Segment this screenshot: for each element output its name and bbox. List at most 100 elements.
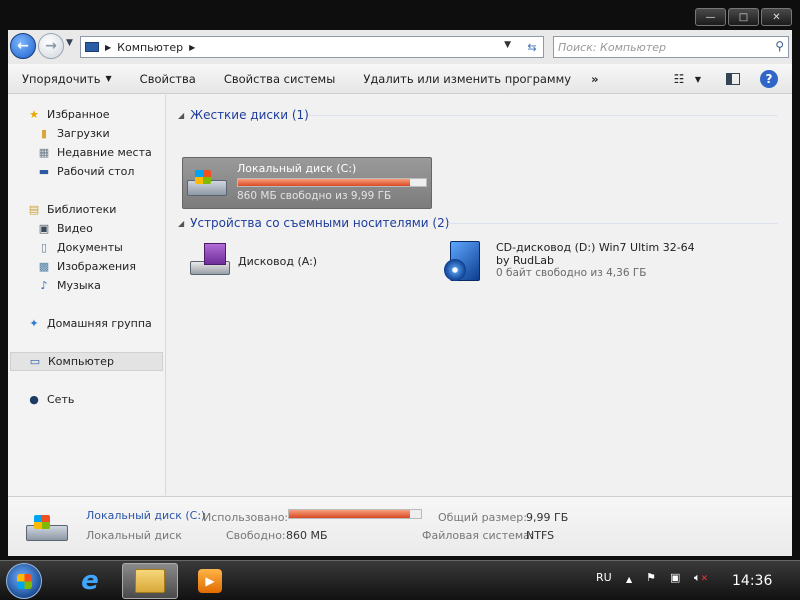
change-view-button[interactable]: ☷: [670, 70, 688, 88]
arrow-right-icon: →: [45, 38, 57, 54]
nav-item-network[interactable]: ● Сеть: [26, 390, 182, 409]
video-icon: ▣: [38, 222, 50, 235]
total-size-label: Общий размер:: [438, 511, 527, 524]
nav-item-computer[interactable]: ▭ Компьютер: [10, 352, 163, 371]
network-globe-icon: ●: [29, 393, 39, 406]
more-commands-button[interactable]: »: [585, 67, 604, 91]
internet-explorer-icon: e: [81, 566, 99, 596]
show-hidden-icons-button[interactable]: ▲: [626, 575, 632, 584]
help-icon: ?: [765, 72, 773, 86]
drive-free-space: 860 МБ свободно из 9,99 ГБ: [237, 190, 392, 202]
total-size-value: 9,99 ГБ: [526, 511, 569, 524]
group-title: Устройства со съемными носителями (2): [190, 216, 450, 230]
drive-tile-a[interactable]: Дисковод (A:): [186, 243, 416, 285]
drive-info: Локальный диск (C:) 860 МБ свободно из 9…: [237, 162, 427, 202]
group-header-removable[interactable]: ◢ Устройства со съемными носителями (2): [178, 215, 449, 231]
windows-logo-icon: [17, 574, 32, 589]
nav-item-homegroup[interactable]: ✦ Домашняя группа: [26, 314, 182, 333]
taskbar-media-player[interactable]: ▶: [182, 563, 238, 599]
cd-drive-icon: [442, 241, 490, 285]
taskbar-explorer[interactable]: [122, 563, 178, 599]
taskbar-internet-explorer[interactable]: e: [62, 563, 118, 599]
breadcrumb-separator-icon[interactable]: ▶: [189, 43, 195, 52]
drive-info: CD-дисковод (D:) Win7 Ultim 32-64 by Rud…: [496, 241, 695, 279]
star-icon: ★: [29, 108, 39, 121]
nav-label: Изображения: [57, 260, 136, 273]
breadcrumb-computer[interactable]: Компьютер: [117, 41, 183, 54]
details-usage-fill: [289, 510, 410, 518]
nav-item-favorites[interactable]: ★ Избранное: [26, 105, 182, 124]
minimize-button[interactable]: —: [695, 8, 726, 26]
view-dropdown-icon[interactable]: ▼: [692, 70, 704, 88]
forward-button[interactable]: →: [38, 33, 64, 59]
nav-label: Библиотеки: [47, 203, 117, 216]
preview-pane-button[interactable]: [724, 70, 742, 88]
search-placeholder: Поиск: Компьютер: [558, 40, 666, 54]
nav-label: Загрузки: [57, 127, 110, 140]
address-bar[interactable]: ▶ Компьютер ▶ ▼: [80, 36, 544, 58]
music-icon: ♪: [40, 279, 48, 292]
organize-button[interactable]: Упорядочить ▼: [8, 67, 126, 91]
window-caption-buttons: — □ ✕: [695, 8, 792, 26]
drive-usage-fill: [238, 179, 411, 186]
clock[interactable]: 14:36: [732, 573, 772, 589]
downloads-folder-icon: ▮: [40, 127, 48, 140]
breadcrumb-separator-icon[interactable]: ▶: [105, 43, 111, 52]
details-usage-bar: [288, 509, 422, 519]
navigation-pane: ★ Избранное ▮ Загрузки ▦ Недавние места ▬ Ра…: [8, 95, 166, 495]
preview-pane-icon: [726, 73, 740, 85]
action-center-flag-icon[interactable]: ⚑: [646, 571, 656, 584]
nav-label: Домашняя группа: [47, 317, 152, 330]
volume-muted-icon[interactable]: 🔈︎✕: [694, 571, 708, 585]
homegroup-icon: ✦: [29, 317, 39, 330]
computer-icon: [85, 42, 99, 52]
close-button[interactable]: ✕: [761, 8, 792, 26]
folder-icon: [135, 569, 165, 593]
organize-label: Упорядочить: [22, 71, 101, 86]
start-button[interactable]: [6, 563, 42, 599]
computer-icon: ▭: [29, 355, 41, 368]
network-status-icon[interactable]: ▣: [670, 571, 680, 584]
filesystem-value: NTFS: [526, 529, 555, 542]
history-dropdown-icon[interactable]: ▼: [66, 38, 73, 48]
details-pane: Локальный диск (C:) Локальный диск Испол…: [8, 496, 792, 556]
address-dropdown-icon[interactable]: ▼: [504, 40, 511, 50]
collapse-triangle-icon: ◢: [178, 110, 185, 120]
details-subtitle: Локальный диск: [86, 529, 182, 542]
system-properties-button[interactable]: Свойства системы: [210, 67, 349, 91]
drive-free-space: 0 байт свободно из 4,36 ГБ: [496, 267, 647, 279]
nav-item-libraries[interactable]: ▤ Библиотеки: [26, 200, 182, 219]
command-bar: Упорядочить ▼ Свойства Свойства системы У…: [8, 64, 792, 94]
chevron-down-icon: ▼: [105, 74, 112, 83]
help-button[interactable]: ?: [760, 70, 778, 88]
back-button[interactable]: ←: [10, 33, 36, 59]
recent-places-icon: ▦: [38, 146, 50, 159]
maximize-button[interactable]: □: [728, 8, 759, 26]
group-header-hard-drives[interactable]: ◢ Жесткие диски (1): [178, 107, 309, 123]
drive-tile-c[interactable]: Локальный диск (C:) 860 МБ свободно из 9…: [182, 157, 432, 209]
local-disk-icon: [187, 166, 229, 200]
libraries-icon: ▤: [28, 203, 40, 216]
documents-icon: ▯: [40, 241, 48, 254]
explorer-client: ← → ▼ ▶ Компьютер ▶ ▼ ⇆ Поиск: Компьютер…: [8, 30, 792, 556]
drive-name: Дисковод (A:): [238, 255, 318, 268]
search-input[interactable]: Поиск: Компьютер ⚲: [553, 36, 789, 58]
refresh-button[interactable]: ⇆: [520, 36, 544, 58]
drive-name: CD-дисковод (D:) Win7 Ultim 32-64: [496, 241, 695, 254]
collapse-triangle-icon: ◢: [178, 218, 185, 228]
nav-label: Документы: [57, 241, 123, 254]
search-icon[interactable]: ⚲: [775, 39, 784, 53]
drive-name: Локальный диск (C:): [237, 162, 357, 175]
selected-disk-icon: [26, 513, 70, 543]
nav-label: Недавние места: [57, 146, 152, 159]
arrow-left-icon: ←: [17, 38, 29, 54]
nav-label: Видео: [57, 222, 93, 235]
group-title: Жесткие диски (1): [190, 108, 309, 122]
uninstall-program-button[interactable]: Удалить или изменить программу: [349, 67, 585, 91]
filesystem-label: Файловая система:: [422, 529, 534, 542]
properties-button[interactable]: Свойства: [126, 67, 210, 91]
language-indicator[interactable]: RU: [596, 571, 612, 584]
refresh-icon: ⇆: [527, 40, 537, 54]
media-player-icon: ▶: [198, 569, 222, 593]
drive-tile-d[interactable]: CD-дисковод (D:) Win7 Ultim 32-64 by Rud…: [442, 241, 782, 287]
